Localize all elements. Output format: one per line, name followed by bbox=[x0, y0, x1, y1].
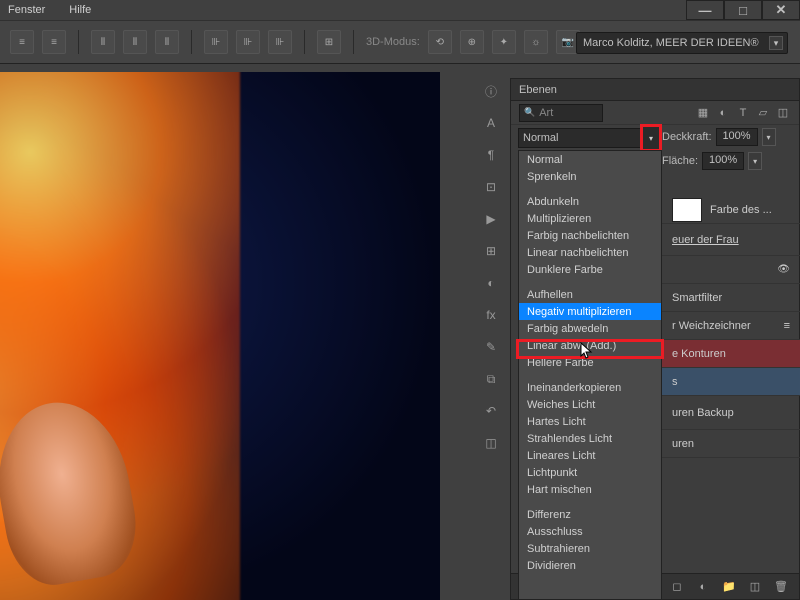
blend-option-lineares-licht[interactable]: Lineares Licht bbox=[519, 447, 661, 464]
distribute-h-icon-3[interactable]: ⊪ bbox=[268, 30, 292, 54]
blend-mode-select[interactable]: Normal bbox=[518, 128, 654, 148]
filter-text-icon[interactable]: T bbox=[735, 105, 751, 121]
styles-icon[interactable]: fx bbox=[480, 304, 502, 326]
blend-option-lichtpunkt[interactable]: Lichtpunkt bbox=[519, 464, 661, 481]
brush-icon[interactable]: ✎ bbox=[480, 336, 502, 358]
blend-option-dividieren[interactable]: Dividieren bbox=[519, 557, 661, 574]
layer-item-blue[interactable]: s bbox=[662, 368, 800, 396]
adjust-icon[interactable]: ◐ bbox=[480, 272, 502, 294]
layer-item[interactable]: uren bbox=[662, 430, 800, 458]
opacity-input[interactable]: 100% bbox=[716, 128, 758, 146]
blend-option-abdunkeln[interactable]: Abdunkeln bbox=[519, 193, 661, 210]
blend-option-sprenkeln[interactable]: Sprenkeln bbox=[519, 168, 661, 185]
swatches-icon[interactable]: ⊞ bbox=[480, 240, 502, 262]
3d-pan-icon[interactable]: ⊕ bbox=[460, 30, 484, 54]
new-layer-icon[interactable]: ◫ bbox=[747, 579, 763, 595]
layer-item[interactable]: 👁 bbox=[662, 256, 800, 284]
layer-item[interactable]: Smartfilter bbox=[662, 284, 800, 312]
clip-icon[interactable]: ⊡ bbox=[480, 176, 502, 198]
blend-option-dunklere-farbe[interactable]: Dunklere Farbe bbox=[519, 261, 661, 278]
3d-scale-icon[interactable]: ✦ bbox=[492, 30, 516, 54]
info-icon[interactable]: ⓘ bbox=[480, 80, 502, 102]
3d-rotate-icon[interactable]: ⟲ bbox=[428, 30, 452, 54]
history-icon[interactable]: ↶ bbox=[480, 400, 502, 422]
adjustment-icon[interactable]: ◐ bbox=[695, 579, 711, 595]
3d-icon[interactable]: ⊞ bbox=[317, 30, 341, 54]
clone-icon[interactable]: ⧉ bbox=[480, 368, 502, 390]
blend-option-hellere-farbe[interactable]: Hellere Farbe bbox=[519, 354, 661, 371]
blend-option-weiches-licht[interactable]: Weiches Licht bbox=[519, 396, 661, 413]
folder-icon[interactable]: 📁 bbox=[721, 579, 737, 595]
layer-item[interactable]: Farbe des ... bbox=[662, 196, 800, 224]
blend-option-ausschluss[interactable]: Ausschluss bbox=[519, 523, 661, 540]
menu-hilfe[interactable]: Hilfe bbox=[69, 4, 91, 16]
maximize-button[interactable]: □ bbox=[724, 0, 762, 20]
align-icon-2[interactable]: ≡ bbox=[42, 30, 66, 54]
distribute-h-icon-2[interactable]: ⊪ bbox=[236, 30, 260, 54]
blend-option-subtrahieren[interactable]: Subtrahieren bbox=[519, 540, 661, 557]
blend-option-ineinanderkopieren[interactable]: Ineinanderkopieren bbox=[519, 379, 661, 396]
blend-option-farbig-nachbelichten[interactable]: Farbig nachbelichten bbox=[519, 227, 661, 244]
dropdown-arrow-icon: ▾ bbox=[769, 36, 783, 50]
blend-option-strahlendes-licht[interactable]: Strahlendes Licht bbox=[519, 430, 661, 447]
collapsed-panels: ⓘ A ¶ ⊡ ▶ ⊞ ◐ fx ✎ ⧉ ↶ ◫ bbox=[480, 80, 504, 454]
distribute-icon-2[interactable]: ⫴ bbox=[123, 30, 147, 54]
distribute-icon-3[interactable]: ⫴ bbox=[155, 30, 179, 54]
close-button[interactable]: ✕ bbox=[762, 0, 800, 20]
blend-option-hartes-licht[interactable]: Hartes Licht bbox=[519, 413, 661, 430]
blend-option-linear-abw[interactable]: Linear abw. (Add.) bbox=[519, 337, 661, 354]
minimize-button[interactable]: — bbox=[686, 0, 724, 20]
blend-option-multiplizieren[interactable]: Multiplizieren bbox=[519, 210, 661, 227]
filter-pixel-icon[interactable]: ▦ bbox=[695, 105, 711, 121]
layer-item[interactable]: r Weichzeichner≡ bbox=[662, 312, 800, 340]
filter-adjust-icon[interactable]: ◐ bbox=[715, 105, 731, 121]
blend-option-differenz[interactable]: Differenz bbox=[519, 506, 661, 523]
opacity-arrow[interactable]: ▾ bbox=[762, 128, 776, 146]
align-icon-1[interactable]: ≡ bbox=[10, 30, 34, 54]
layers-tab[interactable]: Ebenen bbox=[511, 79, 799, 101]
menu-fenster[interactable]: Fenster bbox=[8, 4, 45, 16]
blend-option-aufhellen[interactable]: Aufhellen bbox=[519, 286, 661, 303]
play-icon[interactable]: ▶ bbox=[480, 208, 502, 230]
layer-list: Farbe des ... euer der Frau 👁 Smartfilte… bbox=[662, 196, 800, 458]
mask-icon[interactable]: ◻ bbox=[669, 579, 685, 595]
blend-mode-dropdown: Normal Sprenkeln Abdunkeln Multipliziere… bbox=[518, 150, 662, 600]
blend-option-normal[interactable]: Normal bbox=[519, 151, 661, 168]
menu-bar: Fenster Hilfe — □ ✕ bbox=[0, 0, 800, 20]
paragraph-icon[interactable]: ¶ bbox=[480, 144, 502, 166]
trash-icon[interactable]: 🗑 bbox=[773, 579, 789, 595]
fill-label: Fläche: bbox=[662, 155, 698, 167]
window-controls: — □ ✕ bbox=[686, 0, 800, 20]
layer-item-red[interactable]: e Konturen bbox=[662, 340, 800, 368]
blend-option-farbig-abwedeln[interactable]: Farbig abwedeln bbox=[519, 320, 661, 337]
canvas[interactable] bbox=[0, 72, 440, 600]
filter-smart-icon[interactable]: ◫ bbox=[775, 105, 791, 121]
blend-option-linear-nachbelichten[interactable]: Linear nachbelichten bbox=[519, 244, 661, 261]
opacity-label: Deckkraft: bbox=[662, 131, 712, 143]
blend-option-hart-mischen[interactable]: Hart mischen bbox=[519, 481, 661, 498]
layer-filter[interactable]: 🔍Art bbox=[519, 104, 603, 122]
distribute-h-icon-1[interactable]: ⊪ bbox=[204, 30, 228, 54]
workspace-dropdown[interactable]: Marco Kolditz, MEER DER IDEEN® ▾ bbox=[576, 32, 788, 54]
blend-option-negativ-multiplizieren[interactable]: Negativ multiplizieren bbox=[519, 303, 661, 320]
mode-label: 3D-Modus: bbox=[366, 36, 420, 48]
fill-input[interactable]: 100% bbox=[702, 152, 744, 170]
3d-light-icon[interactable]: ☼ bbox=[524, 30, 548, 54]
layer-thumb bbox=[672, 198, 702, 222]
filter-shape-icon[interactable]: ▱ bbox=[755, 105, 771, 121]
fill-arrow[interactable]: ▾ bbox=[748, 152, 762, 170]
distribute-icon-1[interactable]: ⫴ bbox=[91, 30, 115, 54]
layer-item[interactable]: uren Backup bbox=[662, 396, 800, 430]
nav-icon[interactable]: ◫ bbox=[480, 432, 502, 454]
blend-mode-arrow-highlight[interactable]: ▾ bbox=[640, 124, 662, 152]
layer-item[interactable]: euer der Frau bbox=[662, 224, 800, 256]
text-icon[interactable]: A bbox=[480, 112, 502, 134]
